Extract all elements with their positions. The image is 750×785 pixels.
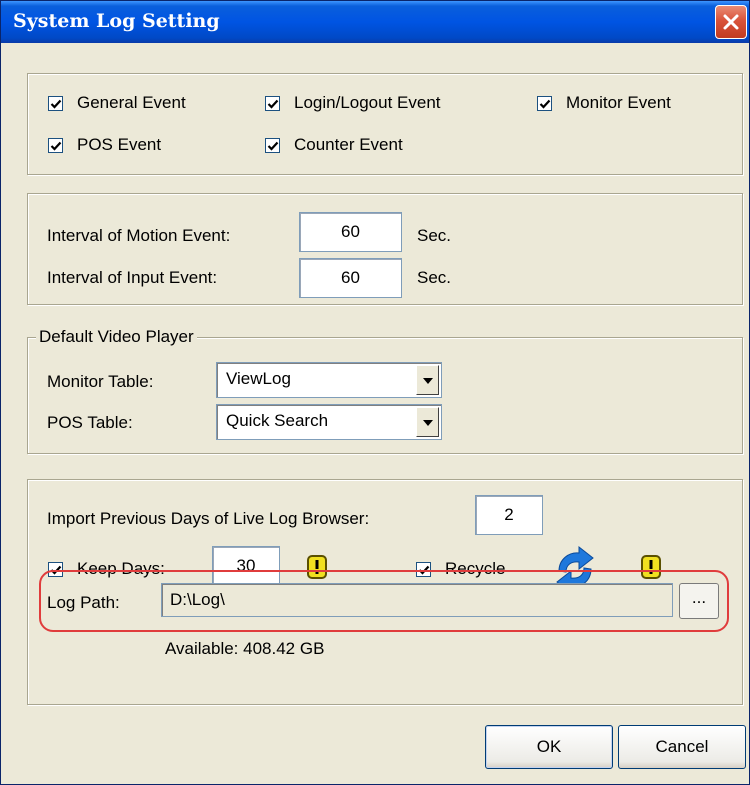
pos-table-label: POS Table:	[47, 413, 133, 432]
checkmark-icon	[50, 141, 62, 151]
monitor-table-value: ViewLog	[226, 369, 291, 388]
log-path-label: Log Path:	[47, 593, 120, 612]
login-logout-event-checkbox[interactable]: Login/Logout Event	[265, 93, 441, 113]
chevron-down-icon	[423, 420, 433, 426]
default-video-player-legend: Default Video Player	[36, 327, 197, 347]
event-types-group	[27, 73, 743, 175]
ok-button[interactable]: OK	[485, 725, 613, 769]
checkbox-box[interactable]	[537, 95, 552, 111]
pos-table-select[interactable]: Quick Search	[216, 404, 442, 440]
general-event-checkbox[interactable]: General Event	[48, 93, 186, 113]
monitor-table-select[interactable]: ViewLog	[216, 362, 442, 398]
pos-event-checkbox[interactable]: POS Event	[48, 135, 161, 155]
import-days-input[interactable]: 2	[475, 495, 543, 535]
checkmark-icon	[267, 99, 279, 109]
input-interval-unit: Sec.	[417, 268, 452, 287]
checkbox-box[interactable]	[265, 137, 280, 153]
monitor-event-checkbox[interactable]: Monitor Event	[537, 93, 671, 113]
cancel-button[interactable]: Cancel	[618, 725, 746, 769]
checkbox-label: POS Event	[77, 135, 162, 154]
title-bar[interactable]: System Log Setting	[1, 1, 749, 43]
monitor-table-dropdown-button[interactable]	[416, 365, 439, 395]
checkbox-box[interactable]	[48, 137, 63, 153]
log-path-value: D:\Log\	[170, 590, 225, 609]
checkbox-box[interactable]	[265, 95, 280, 111]
browse-button[interactable]: ...	[679, 583, 719, 619]
checkmark-icon	[50, 99, 62, 109]
input-interval-label: Interval of Input Event:	[47, 268, 218, 287]
pos-table-value: Quick Search	[226, 411, 329, 430]
checkbox-label: Counter Event	[294, 135, 403, 154]
input-interval-value: 60	[341, 268, 360, 287]
motion-interval-value: 60	[341, 222, 360, 241]
window-title: System Log Setting	[13, 10, 220, 32]
checkbox-box[interactable]	[48, 95, 63, 111]
motion-interval-label: Interval of Motion Event:	[47, 226, 231, 245]
import-days-label: Import Previous Days of Live Log Browser…	[47, 509, 370, 528]
checkmark-icon	[267, 141, 279, 151]
checkmark-icon	[539, 99, 551, 109]
import-days-value: 2	[504, 505, 514, 524]
checkbox-label: Login/Logout Event	[294, 93, 441, 112]
counter-event-checkbox[interactable]: Counter Event	[265, 135, 403, 155]
input-interval-input[interactable]: 60	[299, 258, 402, 298]
pos-table-dropdown-button[interactable]	[416, 407, 439, 437]
motion-interval-input[interactable]: 60	[299, 212, 402, 252]
available-space: Available: 408.42 GB	[165, 639, 325, 658]
system-log-setting-dialog: System Log Setting General Event Login/L…	[0, 0, 750, 785]
checkbox-label: General Event	[77, 93, 186, 112]
checkbox-label: Monitor Event	[566, 93, 671, 112]
close-button[interactable]	[715, 5, 747, 39]
monitor-table-label: Monitor Table:	[47, 372, 154, 391]
motion-interval-unit: Sec.	[417, 226, 452, 245]
close-icon	[723, 14, 739, 30]
chevron-down-icon	[423, 378, 433, 384]
log-path-input[interactable]: D:\Log\	[161, 583, 673, 617]
